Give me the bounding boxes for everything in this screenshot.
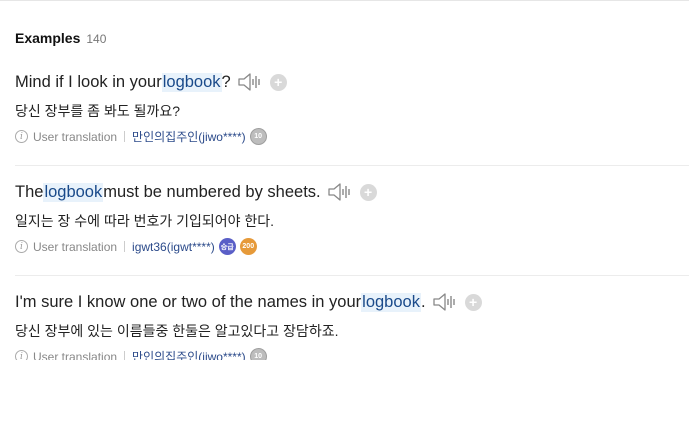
points-badge: 200: [239, 238, 257, 255]
sentence-text: Mind if I look in your: [15, 72, 162, 91]
meta-separator: [124, 131, 126, 142]
examples-list: Mind if I look in your logbook? + 당신 장부를…: [0, 56, 689, 360]
level-badge: 10: [249, 128, 267, 145]
sentence-text: ?: [221, 72, 231, 91]
highlighted-word[interactable]: logbook: [43, 182, 104, 202]
info-icon: i: [15, 240, 28, 253]
add-icon[interactable]: +: [269, 73, 287, 91]
speaker-icon[interactable]: [431, 292, 457, 312]
top-divider: [0, 0, 689, 1]
user-link[interactable]: igwt36(igwt****): [132, 240, 215, 254]
example-meta: i User translation igwt36(igwt****) 승급 2…: [15, 238, 257, 255]
user-link[interactable]: 만인의집주인(jiwo****): [132, 348, 246, 360]
meta-separator: [124, 351, 126, 360]
example-sentence: I'm sure I know one or two of the names …: [15, 292, 482, 312]
speaker-icon[interactable]: [326, 182, 352, 202]
source-label: User translation: [33, 349, 118, 361]
sentence-text: I'm sure I know one or two of the names …: [15, 292, 362, 311]
highlighted-word[interactable]: logbook: [161, 72, 222, 92]
examples-header: Examples 140: [15, 30, 106, 46]
level-badge: 승급: [218, 238, 236, 255]
sentence-text: .: [420, 292, 426, 311]
highlighted-word[interactable]: logbook: [361, 292, 421, 312]
sentence-text: The: [15, 182, 44, 201]
sentence-text: must be numbered by sheets.: [103, 182, 321, 201]
example-item: The logbook must be numbered by sheets. …: [0, 166, 689, 276]
example-sentence: Mind if I look in your logbook? +: [15, 72, 287, 92]
source-label: User translation: [33, 239, 118, 254]
example-sentence: The logbook must be numbered by sheets. …: [15, 182, 377, 202]
example-item: I'm sure I know one or two of the names …: [0, 276, 689, 360]
example-meta: i User translation 만인의집주인(jiwo****) 10: [15, 348, 267, 360]
example-meta: i User translation 만인의집주인(jiwo****) 10: [15, 128, 267, 145]
user-link[interactable]: 만인의집주인(jiwo****): [132, 128, 246, 145]
meta-separator: [124, 241, 126, 252]
translation-text: 당신 장부에 있는 이름들중 한둘은 알고있다고 장담하죠.: [15, 323, 339, 339]
translation-text: 일지는 장 수에 따라 번호가 기입되어야 한다.: [15, 213, 275, 229]
translation-text: 당신 장부를 좀 봐도 될까요?: [15, 103, 181, 119]
examples-title: Examples: [15, 30, 81, 46]
level-badge: 10: [249, 348, 267, 360]
examples-count: 140: [86, 32, 107, 46]
source-label: User translation: [33, 129, 118, 144]
info-icon: i: [15, 350, 28, 360]
add-icon[interactable]: +: [464, 293, 482, 311]
add-icon[interactable]: +: [359, 183, 377, 201]
example-item: Mind if I look in your logbook? + 당신 장부를…: [0, 56, 689, 166]
info-icon: i: [15, 130, 28, 143]
speaker-icon[interactable]: [236, 72, 262, 92]
